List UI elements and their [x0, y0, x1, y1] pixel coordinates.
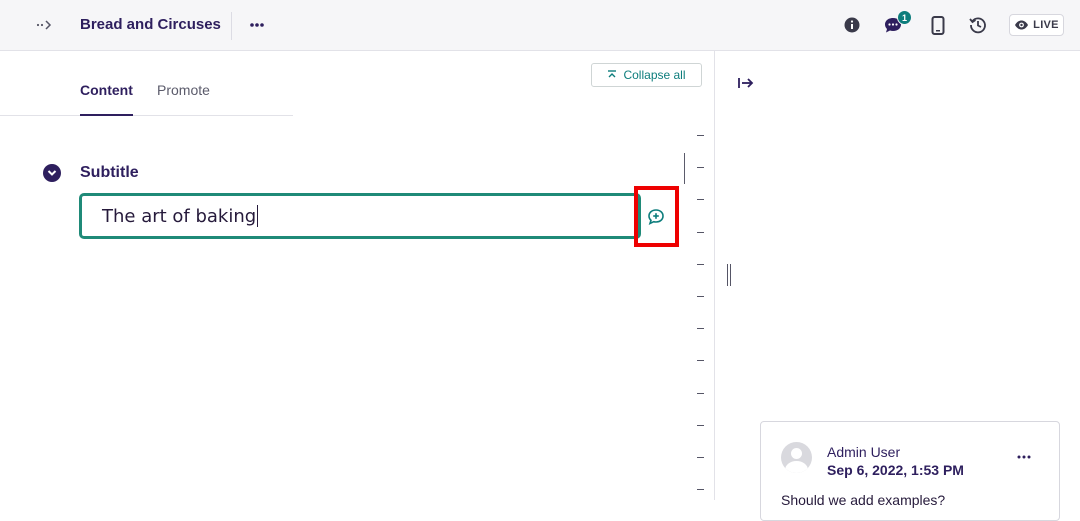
title-divider — [231, 12, 232, 40]
collapse-panel-icon — [738, 78, 754, 88]
collapse-all-button[interactable]: Collapse all — [591, 63, 702, 87]
close-side-panel-button[interactable] — [734, 72, 758, 94]
subtitle-input[interactable]: The art of baking — [79, 193, 641, 239]
more-actions-icon — [250, 23, 264, 27]
minimap-tick — [697, 489, 704, 491]
collapse-icon — [608, 70, 617, 78]
comment-author: Admin User — [827, 444, 901, 460]
minimap-tick — [697, 457, 704, 458]
subtitle-field-label: Subtitle — [80, 164, 139, 181]
history-icon[interactable] — [966, 13, 990, 37]
add-comment-button[interactable] — [645, 206, 667, 228]
avatar — [781, 442, 812, 473]
add-comment-icon — [648, 209, 664, 226]
chevron-down-icon — [47, 170, 57, 176]
collapse-all-label: Collapse all — [623, 68, 686, 82]
minimap-tick — [697, 135, 704, 136]
comment-date: Sep 6, 2022, 1:53 PM — [827, 462, 964, 478]
minimap-tick — [697, 199, 704, 201]
tab-content[interactable]: Content — [80, 82, 133, 98]
minimap-tick — [697, 167, 704, 169]
side-panel-divider — [714, 51, 715, 500]
comment-card: Admin User Sep 6, 2022, 1:53 PM Should w… — [760, 421, 1060, 521]
preview-mobile-icon[interactable] — [926, 13, 950, 37]
section-collapse-toggle[interactable] — [43, 164, 61, 182]
breadcrumb-toggle-icon[interactable] — [33, 13, 57, 37]
info-icon[interactable] — [840, 13, 864, 37]
minimap-tick — [697, 360, 704, 362]
live-label: LIVE — [1033, 19, 1059, 31]
more-icon — [1017, 455, 1031, 459]
live-status-button[interactable]: LIVE — [1009, 14, 1064, 36]
page-title: Bread and Circuses — [80, 16, 221, 33]
eye-icon — [1015, 20, 1029, 30]
minimap-tick — [697, 231, 704, 233]
comment-actions-button[interactable] — [1013, 450, 1035, 464]
minimap-position-marker — [684, 153, 685, 184]
top-bar: Bread and Circuses 1 LIVE — [0, 0, 1080, 51]
text-caret — [257, 205, 259, 227]
minimap-tick — [697, 424, 704, 426]
minimap-tick — [697, 328, 704, 330]
minimap-tick — [697, 296, 704, 297]
tab-promote[interactable]: Promote — [157, 82, 210, 98]
panel-resize-handle[interactable] — [726, 264, 732, 286]
minimap-tick — [697, 392, 704, 394]
subtitle-input-value: The art of baking — [102, 205, 257, 227]
comment-count-badge: 1 — [897, 10, 912, 25]
active-tab-indicator — [80, 114, 133, 116]
editor-tabs: Content Promote — [0, 51, 293, 116]
minimap-tick — [697, 263, 704, 265]
comment-text: Should we add examples? — [781, 492, 946, 508]
more-actions-button[interactable] — [245, 14, 269, 36]
